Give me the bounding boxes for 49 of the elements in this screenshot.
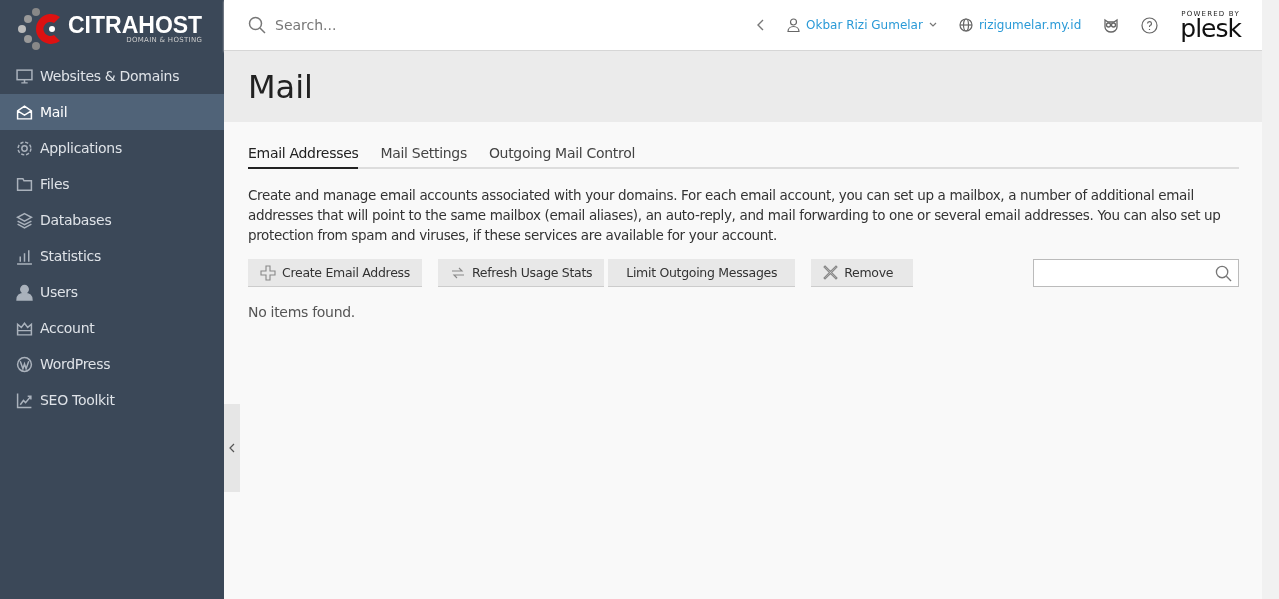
chart-icon xyxy=(16,391,33,409)
crown-icon xyxy=(16,319,33,337)
folder-icon xyxy=(16,175,33,193)
page-title: Mail xyxy=(248,67,313,106)
toolbar-button[interactable]: Remove xyxy=(811,259,914,287)
description: Create and manage email accounts associated with your domains. For each email account, you can set up a mailbox, a number of additional email addresses that will point to the same mailbox (email aliases), an auto-reply, and mail forwarding to one or several email addresses. You can also set up protection from spam and viruses, if these services are available for your account. xyxy=(248,186,1222,245)
toolbar-button[interactable]: Refresh Usage Stats xyxy=(437,259,605,287)
search-field[interactable]: Search... xyxy=(273,16,477,34)
sidebar-collapse-handle[interactable] xyxy=(224,404,240,492)
mail-icon xyxy=(16,103,33,121)
layers-icon xyxy=(16,211,33,229)
user-name: Okbar Rizi Gumelar xyxy=(806,18,923,32)
caret-icon xyxy=(928,22,937,28)
help-icon[interactable] xyxy=(1141,16,1159,34)
user-icon xyxy=(787,18,801,32)
plus-icon xyxy=(260,264,276,281)
sidebar-item[interactable]: Applications xyxy=(0,130,224,166)
empty-message: No items found. xyxy=(248,304,356,320)
tab[interactable]: Mail Settings xyxy=(380,140,467,169)
list-search-field[interactable] xyxy=(1033,259,1239,287)
toolbar-button[interactable]: Create Email Address xyxy=(248,259,422,287)
gear-icon xyxy=(16,139,33,157)
tab[interactable]: Email Addresses xyxy=(248,140,359,169)
sidebar-item[interactable]: Websites & Domains xyxy=(0,58,224,94)
sidebar-item[interactable]: Statistics xyxy=(0,238,224,274)
monitor-icon xyxy=(16,67,33,85)
owl-icon[interactable] xyxy=(1103,17,1120,33)
sidebar-item[interactable]: Databases xyxy=(0,202,224,238)
toolbar-button[interactable]: Limit Outgoing Messages xyxy=(608,259,796,287)
user-icon xyxy=(16,283,33,301)
wp-icon xyxy=(16,355,33,373)
bars-icon xyxy=(16,247,33,265)
scrollbar[interactable] xyxy=(1262,0,1279,599)
plesk-wordmark: plesk xyxy=(1180,17,1241,40)
logo-name: CITRAHOST xyxy=(68,14,203,36)
chevron-left-icon[interactable] xyxy=(757,19,766,31)
cross-icon xyxy=(823,265,839,280)
tab[interactable]: Outgoing Mail Control xyxy=(488,140,636,169)
sidebar-item[interactable]: WordPress xyxy=(0,346,224,382)
sidebar-item[interactable]: Files xyxy=(0,166,224,202)
sidebar-item[interactable]: Users xyxy=(0,274,224,310)
sidebar-item[interactable]: SEO Toolkit xyxy=(0,382,224,418)
sidebar-item[interactable]: Account xyxy=(0,310,224,346)
domain-name: rizigumelar.my.id xyxy=(978,18,1082,32)
search-icon xyxy=(1215,264,1232,282)
chevron-left-icon xyxy=(229,443,235,453)
globe-icon xyxy=(958,18,973,32)
sidebar-item[interactable]: Mail xyxy=(0,94,224,130)
search-icon xyxy=(248,16,266,34)
